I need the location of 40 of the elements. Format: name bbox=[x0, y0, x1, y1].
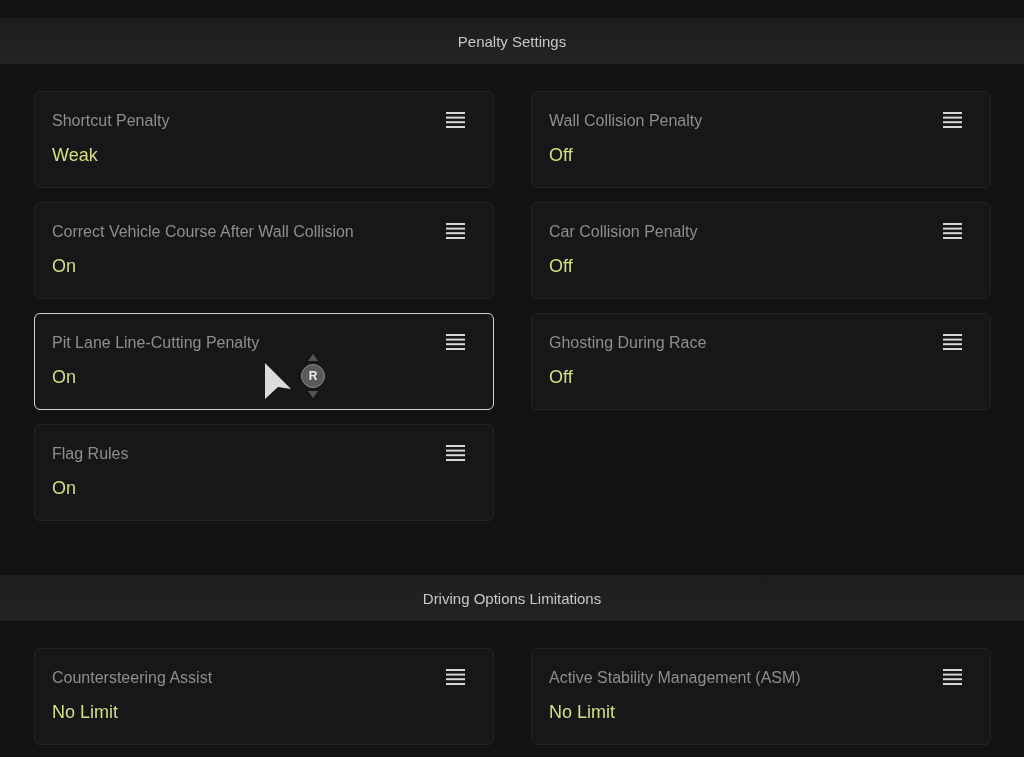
setting-label: Flag Rules bbox=[52, 444, 129, 463]
menu-icon[interactable] bbox=[943, 334, 962, 350]
setting-label: Pit Lane Line-Cutting Penalty bbox=[52, 333, 260, 352]
menu-icon[interactable] bbox=[943, 112, 962, 128]
menu-icon[interactable] bbox=[446, 445, 465, 461]
setting-value: Weak bbox=[52, 145, 98, 166]
setting-label: Correct Vehicle Course After Wall Collision bbox=[52, 222, 354, 241]
setting-value: On bbox=[52, 478, 76, 499]
setting-label: Ghosting During Race bbox=[549, 333, 707, 352]
cursor-badge-drawing: R bbox=[301, 354, 325, 398]
setting-card[interactable]: Wall Collision Penalty Off bbox=[531, 91, 991, 188]
setting-label: Countersteering Assist bbox=[52, 668, 213, 687]
menu-icon[interactable] bbox=[446, 669, 465, 685]
setting-value: No Limit bbox=[52, 702, 118, 723]
setting-value: Off bbox=[549, 256, 573, 277]
setting-card[interactable]: Pit Lane Line-Cutting Penalty On R bbox=[34, 313, 494, 410]
setting-value: Off bbox=[549, 145, 573, 166]
section-title: Driving Options Limitations bbox=[422, 589, 602, 607]
setting-value: On bbox=[52, 256, 76, 277]
setting-card[interactable]: Shortcut Penalty Weak bbox=[34, 91, 494, 188]
setting-card[interactable]: Countersteering Assist No Limit bbox=[34, 648, 494, 745]
pointer-icon bbox=[264, 362, 292, 400]
menu-icon[interactable] bbox=[943, 223, 962, 239]
setting-label: Active Stability Management (ASM) bbox=[549, 668, 801, 687]
menu-icon[interactable] bbox=[446, 334, 465, 350]
setting-label: Wall Collision Penalty bbox=[549, 111, 703, 130]
setting-card[interactable]: Correct Vehicle Course After Wall Collision On bbox=[34, 202, 494, 299]
setting-card[interactable]: Ghosting During Race Off bbox=[531, 313, 991, 410]
menu-icon[interactable] bbox=[943, 669, 962, 685]
setting-card[interactable]: Active Stability Management (ASM) No Limit bbox=[531, 648, 991, 745]
menu-icon[interactable] bbox=[446, 223, 465, 239]
section-title: Penalty Settings bbox=[457, 32, 567, 50]
setting-card[interactable]: Car Collision Penalty Off bbox=[531, 202, 991, 299]
setting-label: Shortcut Penalty bbox=[52, 111, 170, 130]
menu-icon[interactable] bbox=[446, 112, 465, 128]
setting-value: Off bbox=[549, 367, 573, 388]
setting-label: Car Collision Penalty bbox=[549, 222, 698, 241]
setting-card[interactable]: Flag Rules On bbox=[34, 424, 494, 521]
setting-value: On bbox=[52, 367, 76, 388]
setting-value: No Limit bbox=[549, 702, 615, 723]
